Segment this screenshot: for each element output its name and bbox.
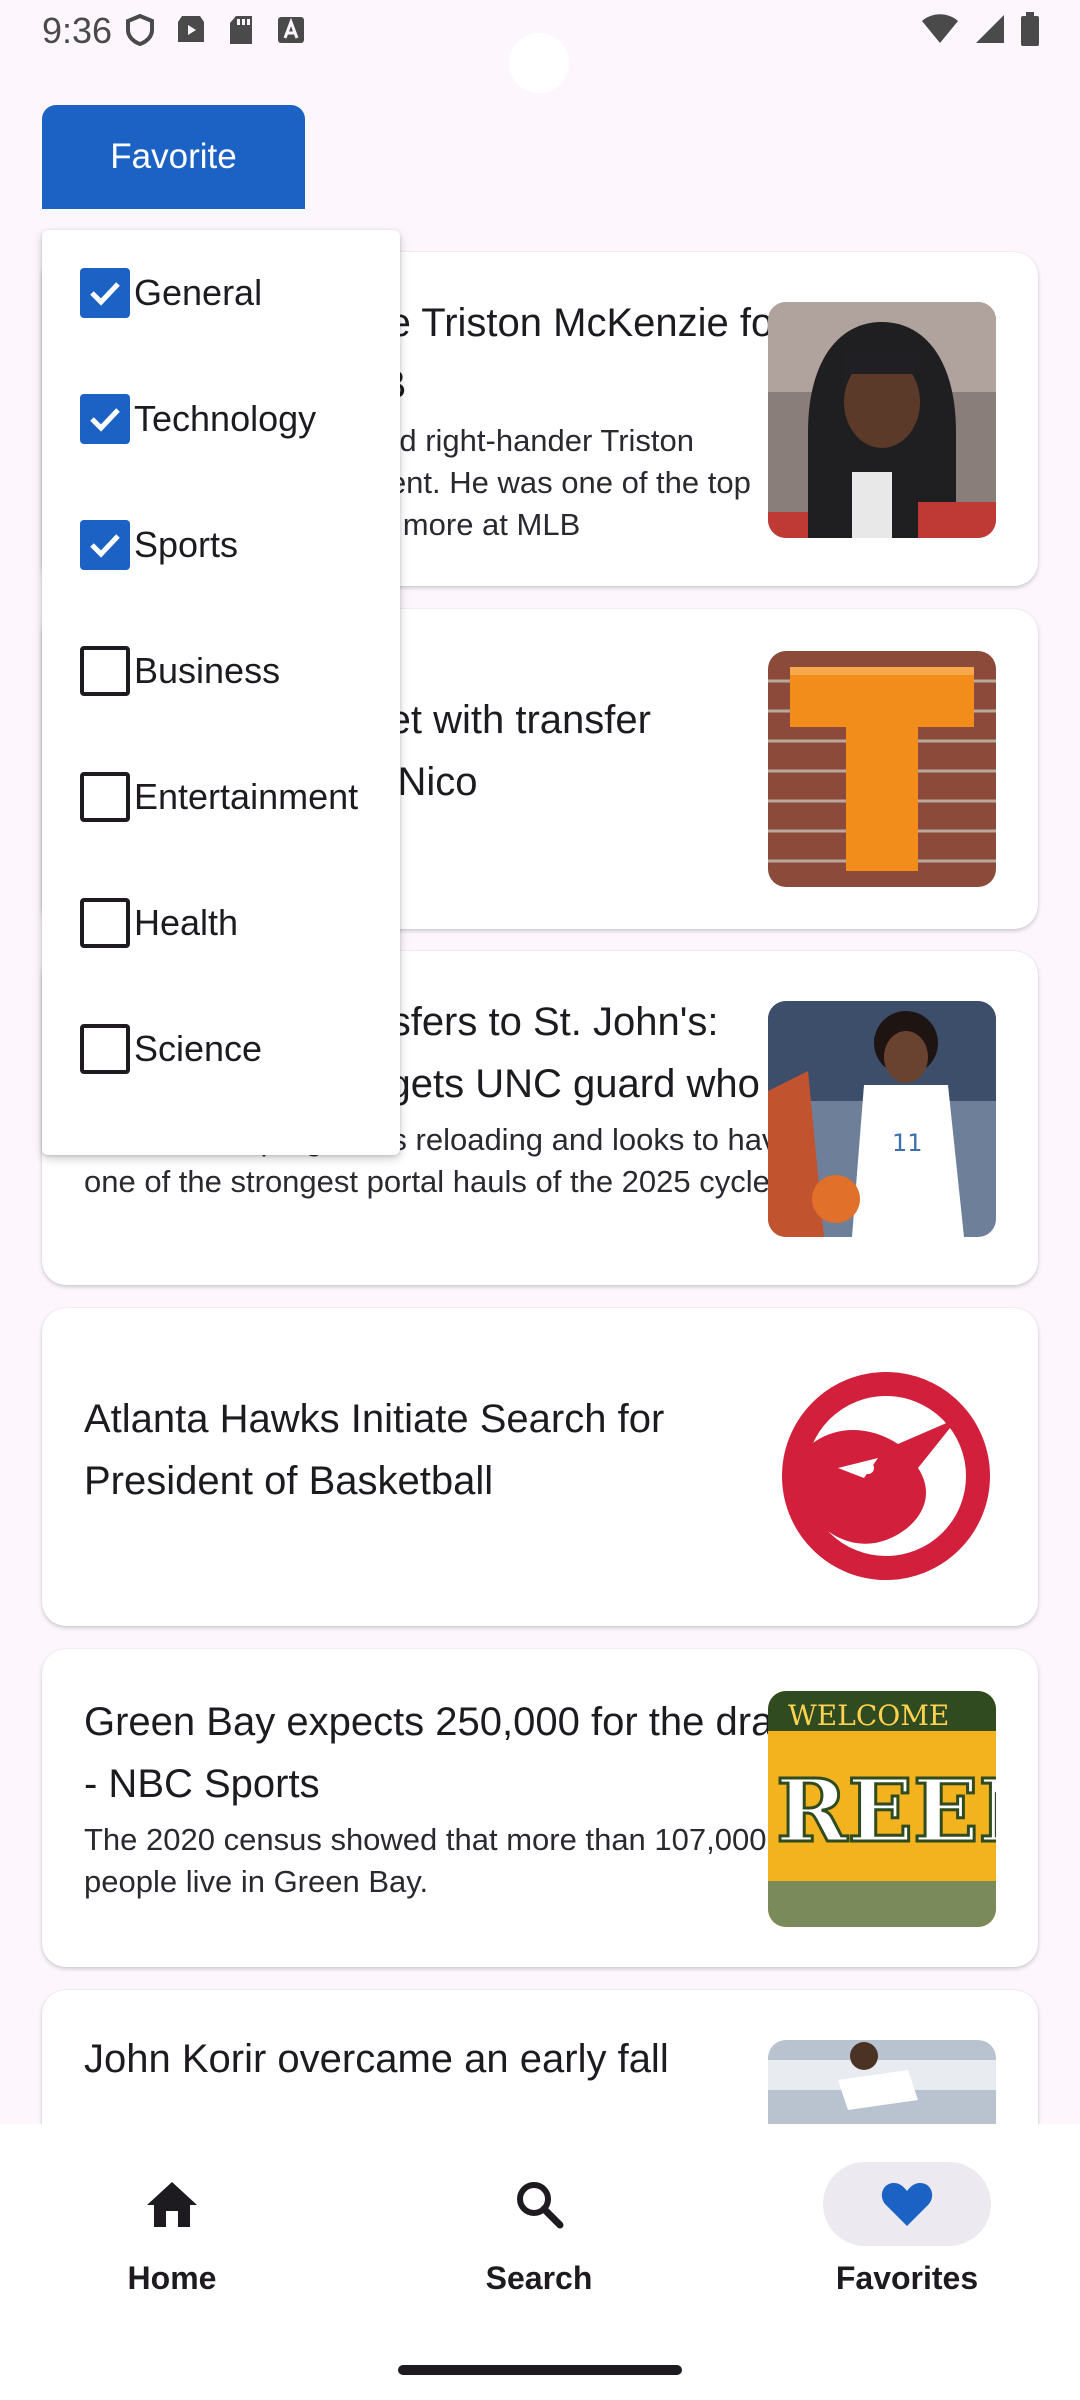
article-title: Atlanta Hawks Initiate Search for Presid… [84,1397,665,1503]
play-store-icon [178,16,204,42]
heart-icon [881,2183,933,2226]
menu-item-business[interactable]: Business [42,608,400,734]
article-thumbnail: 11 [768,1001,996,1237]
menu-item-label: Technology [134,398,317,439]
article-thumbnail [768,1358,996,1594]
nav-favorites[interactable]: Favorites [797,2162,1017,2302]
nav-home[interactable]: Home [62,2162,282,2302]
menu-item-general[interactable]: General [42,230,400,356]
nav-home-icon-wrap [88,2162,256,2246]
shield-icon [126,14,154,46]
checkbox-unchecked-icon[interactable] [80,772,130,822]
camera-cutout [509,33,569,93]
article-thumbnail: REEN WELCOME [768,1691,996,1927]
article-description: The 2020 census showed that more than 10… [84,1822,767,1899]
menu-item-label: Business [134,650,281,691]
nav-search-label: Search [485,2260,593,2296]
font-icon [278,17,304,43]
home-indicator[interactable] [398,2365,682,2375]
menu-item-health[interactable]: Health [42,860,400,986]
nav-favorites-icon-wrap [823,2162,991,2246]
svg-text:REEN: REEN [776,1761,996,1862]
menu-item-science[interactable]: Science [42,986,400,1112]
menu-item-entertainment[interactable]: Entertainment [42,734,400,860]
svg-text:WELCOME: WELCOME [788,1699,949,1732]
checkbox-unchecked-icon[interactable] [80,646,130,696]
favorite-button[interactable]: Favorite [42,105,305,209]
nav-home-label: Home [127,2260,217,2296]
notification-icons [126,14,306,46]
article-thumbnail [768,651,996,887]
wifi-icon [922,14,958,43]
nav-search[interactable]: Search [429,2162,649,2302]
bottom-navigation: Home Search Favorites [0,2124,1080,2400]
menu-item-technology[interactable]: Technology [42,356,400,482]
article-card[interactable]: Green Bay expects 250,000 for the draft … [42,1649,1038,1967]
article-title: John Korir overcame an early fall [84,2037,669,2081]
system-icons [920,12,1040,46]
sd-card-icon [230,16,252,44]
nav-search-icon-wrap [455,2162,623,2246]
checkbox-unchecked-icon[interactable] [80,898,130,948]
menu-item-label: Health [134,902,239,943]
menu-item-sports[interactable]: Sports [42,482,400,608]
status-bar: 9:36 [0,0,1080,93]
signal-icon [976,15,1004,43]
article-thumbnail [768,302,996,538]
home-icon [147,2182,197,2227]
svg-text:11: 11 [892,1129,923,1157]
checkbox-unchecked-icon[interactable] [80,1024,130,1074]
status-time: 9:36 [42,10,113,51]
checkbox-checked-icon[interactable] [80,394,130,444]
category-menu: General Technology Sports Business Enter… [42,230,400,1155]
nav-favorites-label: Favorites [835,2260,979,2296]
menu-item-label: Science [134,1028,263,1069]
menu-item-label: Entertainment [134,776,359,817]
menu-item-label: Sports [134,524,239,565]
checkbox-checked-icon[interactable] [80,268,130,318]
search-icon [517,2182,564,2229]
article-card[interactable]: Atlanta Hawks Initiate Search for Presid… [42,1308,1038,1626]
menu-item-label: General [134,272,263,313]
article-title: Green Bay expects 250,000 for the draft … [84,1700,796,1806]
battery-icon [1021,12,1039,46]
checkbox-checked-icon[interactable] [80,520,130,570]
